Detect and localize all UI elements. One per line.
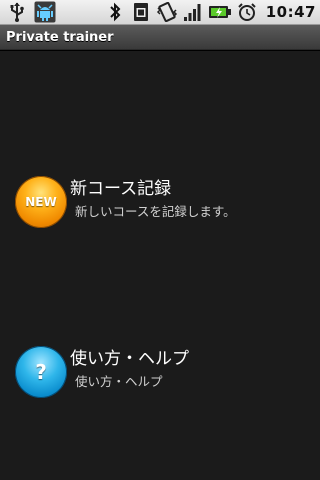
status-bar: 10:47 [0,0,320,25]
menu-item-title: 新コース記録 [70,179,172,199]
menu-item-text: 新コース記録 新しいコースを記録します。 [70,179,236,220]
new-icon-label: NEW [25,195,57,209]
signal-icon [182,1,204,23]
sim-icon [130,1,152,23]
menu-item-text: 使い方・ヘルプ 使い方・ヘルプ [70,349,189,390]
menu-item-subtitle: 新しいコースを記録します。 [75,204,236,219]
usb-icon [6,1,28,23]
status-bar-system: 10:47 [104,0,320,25]
android-debug-icon [34,1,56,23]
new-icon: NEW [15,176,67,228]
menu-item-new-course[interactable]: NEW 新コース記録 新しいコースを記録します。 [0,173,320,231]
status-bar-notifications [0,0,56,25]
help-icon: ? [15,346,67,398]
menu-item-help[interactable]: ? 使い方・ヘルプ 使い方・ヘルプ [0,343,320,401]
app-title-bar: Private trainer [0,25,320,50]
bluetooth-icon [104,1,126,23]
alarm-icon [236,1,258,23]
help-icon-label: ? [35,360,47,384]
status-clock: 10:47 [265,3,316,21]
vibrate-icon [156,1,178,23]
menu-item-subtitle: 使い方・ヘルプ [75,374,163,389]
main-menu: NEW 新コース記録 新しいコースを記録します。 ? 使い方・ヘルプ 使い方・ヘ… [0,51,320,480]
app-title: Private trainer [6,29,114,45]
menu-item-title: 使い方・ヘルプ [70,349,189,369]
battery-charging-icon [208,1,232,23]
